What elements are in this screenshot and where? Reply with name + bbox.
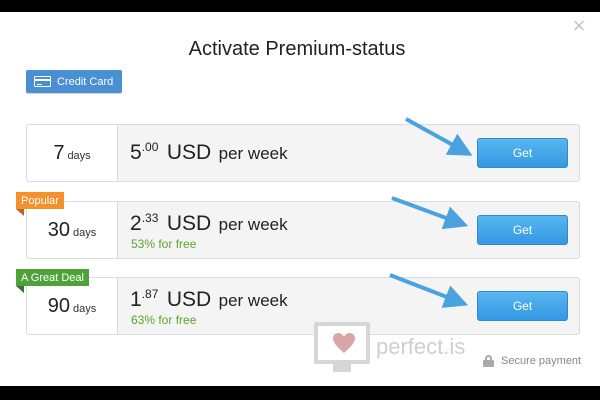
watermark-text: perfect.is: [376, 334, 466, 359]
secure-payment: Secure payment: [482, 355, 581, 367]
monitor-stand: [333, 364, 351, 372]
plan-price: 2.33 USD per week: [130, 211, 288, 236]
price-decimal: .00: [141, 140, 159, 154]
secure-payment-label: Secure payment: [501, 355, 582, 367]
plan-price: 5.00 USD per week: [130, 140, 288, 165]
price-integer: 5: [130, 141, 142, 164]
price-currency: USD: [166, 141, 212, 164]
plan-days-number: 7: [53, 141, 65, 164]
get-button-7-days[interactable]: Get: [477, 138, 568, 168]
plan-7-days: 7 days 5.00 USD per week Get: [26, 124, 580, 182]
price-integer: 1: [130, 288, 142, 311]
modal-title: Activate Premium-status: [188, 38, 406, 60]
credit-card-icon: [34, 76, 51, 87]
plan-duration: 90 days: [27, 278, 118, 334]
plan-duration: 7 days: [27, 125, 118, 181]
plan-days-number: 90: [47, 294, 70, 317]
tab-credit-card-label: Credit Card: [57, 75, 114, 88]
price-decimal: .33: [141, 211, 159, 225]
great-deal-badge: A Great Deal: [16, 269, 89, 293]
get-button-30-days[interactable]: Get: [477, 215, 568, 245]
price-integer: 2: [130, 212, 142, 235]
plan-days-unit: days: [73, 227, 97, 239]
price-period: per week: [218, 144, 288, 163]
watermark-logo: perfect.is: [314, 322, 484, 372]
price-decimal: .87: [141, 287, 159, 301]
plan-duration: 30 days: [27, 202, 118, 258]
price-currency: USD: [166, 288, 212, 311]
heart-icon: [333, 333, 355, 353]
plan-90-days: 90 days 1.87 USD per week 63% for free G…: [26, 277, 580, 335]
plan-30-days: 30 days 2.33 USD per week 53% for free G…: [26, 201, 580, 259]
plan-price: 1.87 USD per week: [130, 287, 288, 312]
discount-text: 63% for free: [131, 313, 197, 327]
popular-badge: Popular: [16, 192, 64, 216]
monitor-icon: [314, 322, 370, 364]
plan-days-number: 30: [47, 218, 70, 241]
price-period: per week: [218, 215, 288, 234]
price-currency: USD: [166, 212, 212, 235]
price-period: per week: [218, 291, 288, 310]
discount-text: 53% for free: [131, 237, 197, 251]
tab-credit-card[interactable]: Credit Card: [26, 70, 122, 93]
plan-days-unit: days: [67, 150, 91, 162]
get-button-90-days[interactable]: Get: [477, 291, 568, 321]
close-icon[interactable]: ×: [570, 15, 588, 37]
plan-days-unit: days: [73, 303, 97, 315]
